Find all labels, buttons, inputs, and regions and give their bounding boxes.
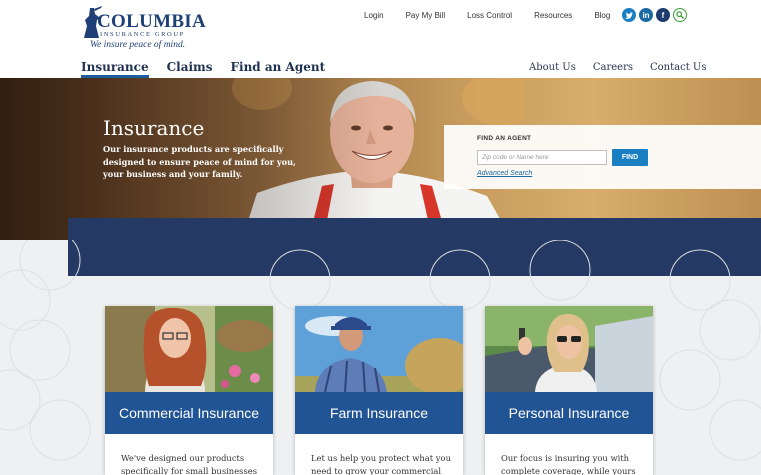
nav-about-us[interactable]: About Us — [529, 62, 576, 73]
site-header: COLUMBIA INSURANCE GROUP We insure peace… — [0, 0, 761, 78]
card-text-personal: Our focus is insuring you with complete … — [501, 453, 636, 475]
find-agent-label: FIND AN AGENT — [477, 135, 532, 142]
find-agent-panel: FIND AN AGENT Zip code or Name here FIND… — [444, 125, 761, 189]
commercial-photo — [105, 306, 273, 392]
linkedin-glyph: in — [642, 10, 650, 20]
hero-title: Insurance — [103, 116, 205, 140]
logo-name: COLUMBIA — [97, 11, 207, 32]
utility-nav: Login Pay My Bill Loss Control Resources… — [364, 11, 632, 20]
card-title-commercial[interactable]: Commercial Insurance — [105, 392, 273, 434]
social-links: in f — [622, 8, 687, 22]
facebook-icon[interactable]: f — [656, 8, 670, 22]
card-text-commercial: We've designed our products specifically… — [121, 453, 257, 475]
hero-description: Our insurance products are specifically … — [103, 144, 296, 179]
main-nav: Insurance Claims Find an Agent — [81, 60, 343, 78]
nav-claims[interactable]: Claims — [167, 60, 213, 78]
advanced-search-link[interactable]: Advanced Search — [477, 170, 532, 177]
nav-insurance[interactable]: Insurance — [81, 60, 149, 78]
columbia-logo[interactable]: COLUMBIA INSURANCE GROUP We insure peace… — [80, 6, 206, 50]
util-link-resources[interactable]: Resources — [534, 11, 572, 20]
util-link-blog[interactable]: Blog — [594, 11, 610, 20]
twitter-icon[interactable] — [622, 8, 636, 22]
util-link-pay-my-bill[interactable]: Pay My Bill — [406, 11, 446, 20]
search-icon[interactable] — [673, 8, 687, 22]
nav-contact-us[interactable]: Contact Us — [650, 62, 706, 73]
nav-find-an-agent[interactable]: Find an Agent — [231, 60, 326, 78]
secondary-nav: About Us Careers Contact Us — [529, 62, 706, 73]
logo-tagline: We insure peace of mind. — [90, 40, 186, 50]
card-text-farm: Let us help you protect what you need to… — [311, 453, 451, 475]
personal-photo — [485, 306, 653, 392]
card-title-farm[interactable]: Farm Insurance — [295, 392, 463, 434]
linkedin-icon[interactable]: in — [639, 8, 653, 22]
util-link-loss-control[interactable]: Loss Control — [467, 11, 512, 20]
find-button[interactable]: FIND — [612, 149, 648, 166]
card-personal[interactable]: Personal Insurance Our focus is insuring… — [485, 306, 653, 475]
logo-group: INSURANCE GROUP — [100, 31, 185, 38]
card-commercial[interactable]: Commercial Insurance We've designed our … — [105, 306, 273, 475]
card-farm[interactable]: Farm Insurance Let us help you protect w… — [295, 306, 463, 475]
facebook-glyph: f — [661, 10, 665, 20]
agent-search-input[interactable]: Zip code or Name here — [477, 150, 607, 165]
util-link-login[interactable]: Login — [364, 11, 384, 20]
farm-photo — [295, 306, 463, 392]
card-title-personal[interactable]: Personal Insurance — [485, 392, 653, 434]
nav-careers[interactable]: Careers — [593, 62, 633, 73]
